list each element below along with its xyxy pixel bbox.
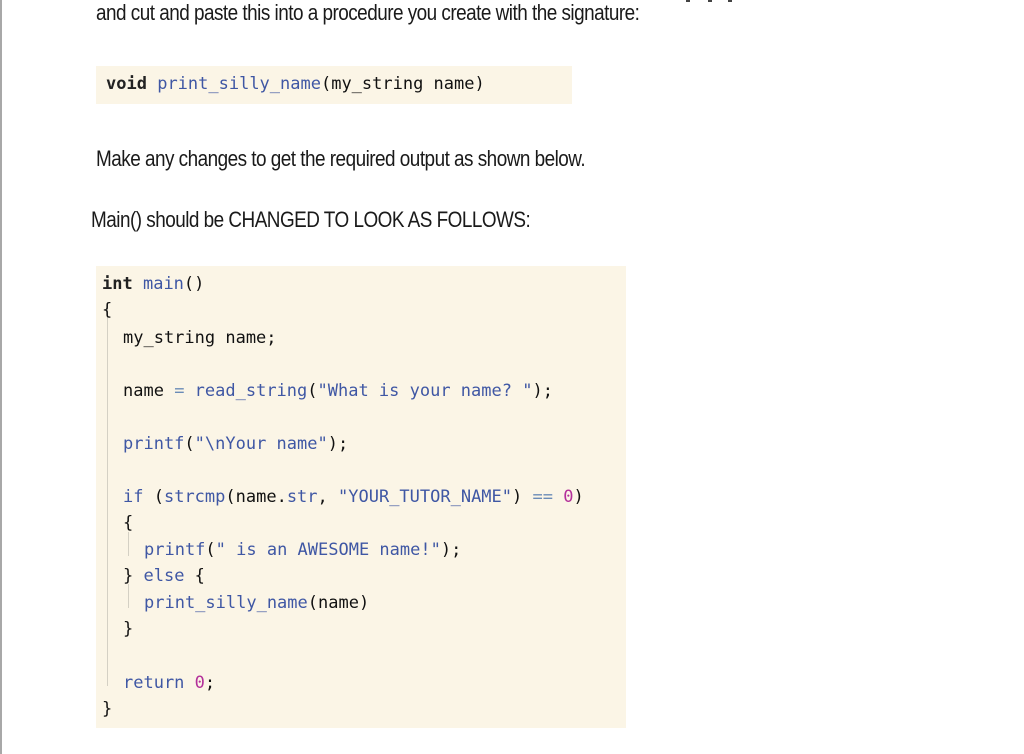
main-code-block: int main() { my_string name; name = read… [96, 266, 626, 728]
code-line-13: } [102, 699, 113, 719]
indent-guide [128, 584, 129, 608]
code-line-7: { [123, 513, 134, 533]
code-line-6: if (strcmp(name.str, "YOUR_TUTOR_NAME") … [123, 487, 584, 507]
code-line-4: name = read_string("What is your name? "… [123, 381, 553, 401]
cutoff-mark [708, 0, 712, 2]
code-line-11: } [123, 619, 134, 639]
function-name: print_silly_name [157, 74, 321, 94]
code-line-3: my_string name; [123, 328, 277, 348]
intro-paragraph: and cut and paste this into a procedure … [96, 0, 640, 25]
code-line-8: printf(" is an AWESOME name!"); [144, 540, 462, 560]
parameter-list: (my_string name) [320, 74, 485, 94]
code-line-1: int main() [102, 274, 205, 294]
return-type: void [106, 74, 147, 94]
code-line-10: print_silly_name(name) [144, 593, 370, 613]
signature-code-snippet: void print_silly_name(my_string name) [96, 66, 572, 104]
code-line-2: { [102, 300, 113, 320]
main-instruction-heading: Main() should be CHANGED TO LOOK AS FOLL… [91, 207, 531, 232]
code-line-5: printf("\nYour name"); [123, 434, 349, 454]
page-left-edge [0, 0, 2, 754]
cutoff-mark [728, 0, 732, 2]
instruction-paragraph: Make any changes to get the required out… [96, 146, 586, 171]
code-line-12: return 0; [123, 673, 216, 693]
cutoff-mark [686, 0, 690, 2]
indent-guide [107, 302, 108, 686]
code-line-9: } else { [123, 566, 205, 586]
indent-guide [128, 532, 129, 556]
